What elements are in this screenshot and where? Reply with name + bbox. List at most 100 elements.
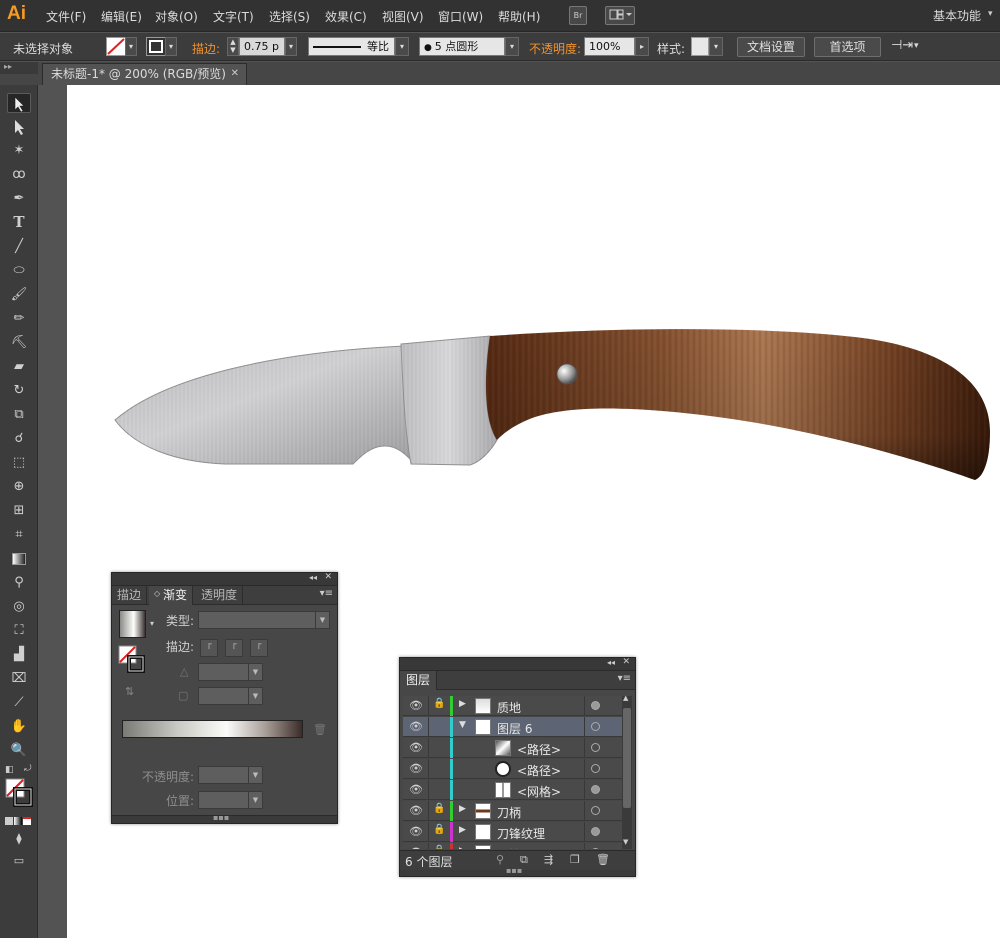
eye-icon[interactable]: 👁	[409, 699, 423, 712]
stroke-profile-select[interactable]: 等比	[308, 37, 395, 56]
mesh-tool[interactable]: ⌗	[7, 525, 31, 545]
eye-icon[interactable]: 👁	[409, 720, 423, 733]
document-setup-button[interactable]: 文档设置	[737, 37, 805, 57]
collapse-panel-icon[interactable]: ◂◂	[309, 573, 317, 582]
chevron-down-icon[interactable]: ▼	[315, 612, 329, 628]
blob-brush-tool[interactable]: ⛏	[7, 333, 31, 353]
target-circle-icon[interactable]	[591, 785, 600, 794]
create-sublayer-icon[interactable]: ⇶	[544, 853, 553, 866]
gradient-preview-swatch[interactable]	[119, 610, 146, 638]
eye-icon[interactable]: 👁	[409, 804, 423, 817]
opacity-input[interactable]: 100%	[584, 37, 635, 56]
layer-row-blade-texture[interactable]: 👁 🔒 ▶ 刀锋纹理	[403, 822, 622, 842]
collapse-panel-icon[interactable]: ◂◂	[607, 658, 615, 667]
menu-edit[interactable]: 编辑(E)	[101, 8, 142, 25]
scroll-down-icon[interactable]: ▼	[623, 838, 628, 846]
tab-stroke[interactable]: 描边	[112, 586, 148, 605]
fill-dropdown[interactable]: ▾	[125, 37, 137, 56]
scrollbar-thumb[interactable]	[623, 708, 631, 808]
lock-icon[interactable]: 🔒	[433, 803, 445, 814]
stroke-weight-dropdown[interactable]: ▾	[285, 37, 297, 56]
target-circle-icon[interactable]	[591, 722, 600, 731]
layer-row-path-2[interactable]: 👁 <路径>	[403, 759, 622, 779]
gradient-aspect-field[interactable]: ▼	[198, 687, 263, 705]
gradient-position-field[interactable]: ▼	[198, 791, 263, 809]
target-circle-icon[interactable]	[591, 827, 600, 836]
chevron-down-icon[interactable]: ▼	[248, 688, 262, 704]
knife-artwork[interactable]	[105, 322, 995, 484]
opacity-label[interactable]: 不透明度:	[529, 40, 581, 57]
brush-dropdown[interactable]: ▾	[505, 37, 519, 56]
tab-transparency[interactable]: 透明度	[196, 586, 244, 605]
target-circle-icon[interactable]	[591, 848, 600, 849]
chevron-down-icon[interactable]: ▾	[914, 41, 919, 51]
fill-stroke-indicator[interactable]	[5, 778, 33, 808]
layer-row-layer6[interactable]: 👁 ▼ 图层 6	[403, 717, 622, 737]
default-colors-icon[interactable]: ◧	[5, 765, 14, 775]
document-tab[interactable]: 未标题-1* @ 200% (RGB/预览) ✕	[42, 63, 247, 85]
close-icon[interactable]: ✕	[622, 657, 630, 667]
line-tool[interactable]: ╱	[7, 237, 31, 257]
lasso-tool[interactable]: ꝏ	[7, 165, 31, 185]
layer-row-texture[interactable]: 👁 🔒 ▶ 质地	[403, 696, 622, 716]
fill-swatch[interactable]	[106, 37, 126, 56]
stroke-label[interactable]: 描边:	[192, 40, 220, 57]
resize-grip-icon[interactable]: ▪▪▪	[506, 866, 522, 875]
opacity-dropdown[interactable]: ▸	[635, 37, 649, 56]
brush-select[interactable]: ● 5 点圆形	[419, 37, 505, 56]
fill-stroke-indicator-small[interactable]	[118, 645, 148, 675]
lock-icon[interactable]: 🔒	[433, 698, 445, 709]
target-circle-icon[interactable]	[591, 743, 600, 752]
hand-tool[interactable]: ✋	[7, 717, 31, 737]
stroke-weight-stepper[interactable]: ▲ ▼	[227, 37, 239, 56]
panel-resize-bar[interactable]: ▪▪▪	[400, 866, 635, 876]
gradient-opacity-field[interactable]: ▼	[198, 766, 263, 784]
eye-icon[interactable]: 👁	[409, 846, 423, 849]
stroke-weight-input[interactable]: 0.75 p	[239, 37, 285, 56]
free-transform-tool[interactable]: ⬚	[7, 453, 31, 473]
menu-select[interactable]: 选择(S)	[269, 8, 310, 25]
scale-tool[interactable]: ⧉	[7, 405, 31, 425]
shape-builder-tool[interactable]: ⊕	[7, 477, 31, 497]
direct-selection-tool[interactable]	[7, 117, 31, 137]
chevron-down-icon[interactable]: ▾	[988, 9, 993, 19]
layer-row-blade[interactable]: 👁 🔒 ▶ 刀锋	[403, 843, 622, 849]
target-circle-icon[interactable]	[591, 764, 600, 773]
perspective-grid-tool[interactable]: ⊞	[7, 501, 31, 521]
swap-colors-icon[interactable]: ⤾	[24, 764, 32, 774]
pen-tool[interactable]: ✒	[7, 189, 31, 209]
collapse-triangle-icon[interactable]: ▼	[459, 720, 466, 730]
gradient-type-select[interactable]: ▼	[198, 611, 330, 629]
menu-help[interactable]: 帮助(H)	[498, 8, 540, 25]
expand-triangle-icon[interactable]: ▶	[459, 825, 466, 835]
menu-view[interactable]: 视图(V)	[382, 8, 424, 25]
scroll-up-icon[interactable]: ▲	[623, 694, 628, 702]
menu-window[interactable]: 窗口(W)	[438, 8, 483, 25]
lock-icon[interactable]: 🔒	[433, 845, 445, 849]
menu-effect[interactable]: 效果(C)	[325, 8, 367, 25]
trash-icon[interactable]: 🗑	[596, 853, 610, 866]
artboard-tool[interactable]: ⌧	[7, 669, 31, 689]
trash-icon[interactable]: 🗑	[313, 723, 327, 736]
drawing-modes-tool[interactable]: ⧫	[7, 829, 31, 849]
layers-scrollbar[interactable]: ▲ ▼	[622, 694, 632, 849]
target-circle-icon[interactable]	[591, 701, 600, 710]
workspace-switcher[interactable]: 基本功能	[933, 7, 981, 24]
warp-tool[interactable]: ☌	[7, 429, 31, 449]
panel-menu-icon[interactable]: ▾≡	[320, 588, 333, 599]
type-tool[interactable]: T	[7, 213, 31, 233]
gradient-angle-field[interactable]: ▼	[198, 663, 263, 681]
rotate-tool[interactable]: ↻	[7, 381, 31, 401]
magic-wand-tool[interactable]: ✶	[7, 141, 31, 161]
toolbar-collapse-grip[interactable]: ▸▸	[0, 62, 38, 74]
column-graph-tool[interactable]: ▟	[7, 645, 31, 665]
stroke-swatch[interactable]	[146, 37, 166, 56]
paintbrush-tool[interactable]: 🖌	[7, 285, 31, 305]
stroke-across-icon[interactable]: ┏	[249, 639, 268, 657]
screen-mode-tool[interactable]: ▭	[7, 851, 31, 871]
chevron-down-icon[interactable]: ▼	[248, 664, 262, 680]
pencil-tool[interactable]: ✏	[7, 309, 31, 329]
slice-tool[interactable]: ⟋	[7, 693, 31, 713]
ellipse-tool[interactable]: ⬭	[7, 261, 31, 281]
layer-row-mesh[interactable]: 👁 <网格>	[403, 780, 622, 800]
